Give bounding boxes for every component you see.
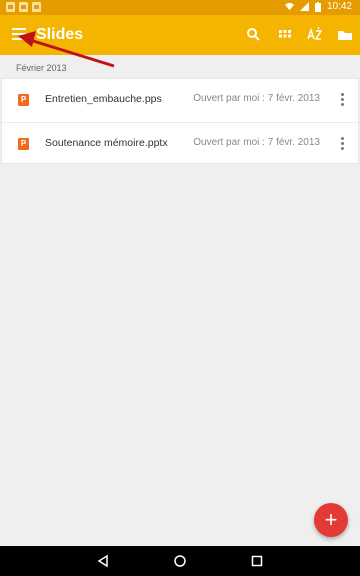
menu-button[interactable] — [12, 28, 26, 40]
notification-icon — [6, 2, 15, 12]
file-opened-date: Ouvert par moi : 7 févr. 2013 — [193, 137, 320, 148]
home-button[interactable] — [173, 554, 187, 573]
search-button[interactable] — [244, 25, 264, 45]
image-notification-icon — [32, 2, 41, 12]
file-name: Soutenance mémoire.pptx — [45, 137, 168, 149]
recents-icon — [251, 555, 263, 567]
back-button[interactable] — [96, 554, 110, 573]
app-bar: Slides — [0, 15, 360, 55]
clock: 10:42 — [326, 1, 352, 12]
section-date-header: Février 2013 — [16, 63, 67, 73]
notification-icons — [6, 2, 41, 12]
app-title: Slides — [36, 26, 84, 43]
back-icon — [97, 554, 108, 568]
grid-icon — [279, 30, 291, 38]
create-new-button[interactable]: + — [314, 503, 348, 537]
sort-az-icon — [307, 27, 323, 40]
status-icons: 10:42 — [284, 1, 352, 12]
signal-icon — [299, 2, 309, 11]
list-item[interactable]: P Entretien_embauche.pps Ouvert par moi … — [2, 79, 358, 122]
recents-button[interactable] — [250, 554, 264, 573]
navigation-bar — [0, 546, 360, 576]
home-icon — [174, 555, 186, 567]
file-name: Entretien_embauche.pps — [45, 93, 162, 105]
presentation-file-icon: P — [18, 138, 29, 150]
folder-button[interactable] — [335, 25, 355, 45]
more-options-icon[interactable] — [340, 137, 346, 151]
file-list: P Entretien_embauche.pps Ouvert par moi … — [1, 78, 359, 164]
list-item[interactable]: P Soutenance mémoire.pptx Ouvert par moi… — [2, 122, 358, 166]
file-opened-date: Ouvert par moi : 7 févr. 2013 — [193, 93, 320, 104]
search-icon — [247, 28, 260, 41]
presentation-file-icon: P — [18, 94, 29, 106]
sort-button[interactable] — [305, 25, 325, 45]
wifi-icon — [284, 2, 294, 11]
more-options-icon[interactable] — [340, 93, 346, 107]
folder-icon — [338, 31, 352, 40]
status-bar: 10:42 — [0, 0, 360, 15]
battery-icon — [314, 1, 321, 12]
grid-view-button[interactable] — [275, 25, 295, 45]
notification-icon — [19, 2, 28, 12]
